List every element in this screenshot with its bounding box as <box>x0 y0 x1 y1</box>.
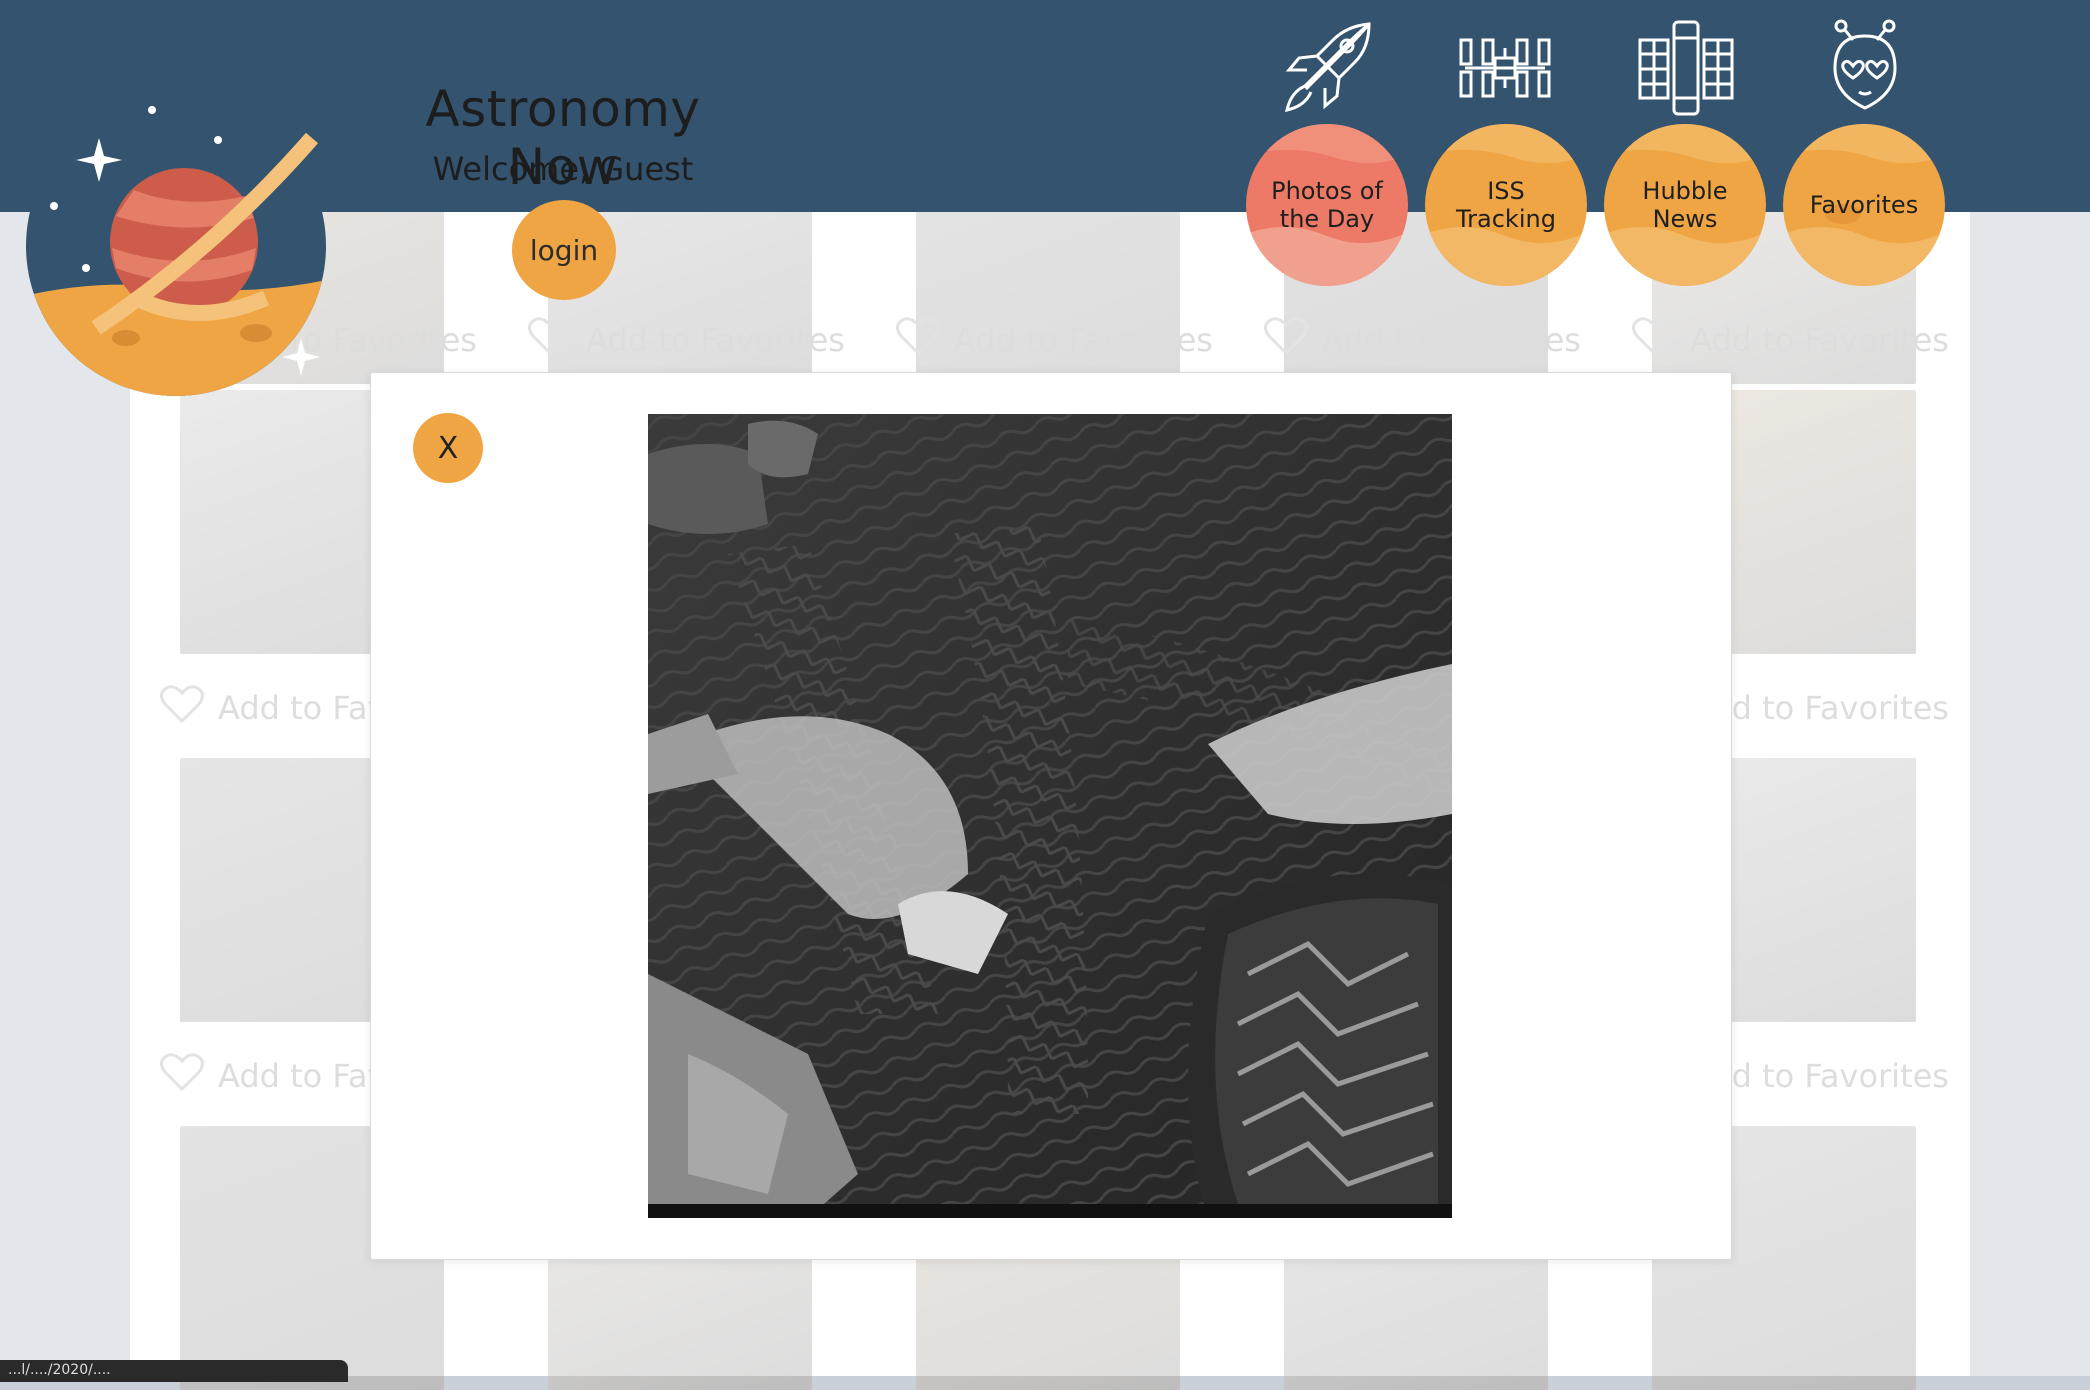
welcome-message: Welcome, Guest <box>432 150 694 188</box>
close-modal-button[interactable]: X <box>413 413 483 483</box>
photo-modal: X <box>370 372 1732 1260</box>
login-button[interactable]: login <box>512 200 616 300</box>
modal-photo <box>648 414 1452 1218</box>
nav-favorites[interactable]: Favorites <box>1783 124 1945 286</box>
browser-status-bar: ...l/..../2020/.... <box>0 1360 348 1382</box>
nav-hubble-label: Hubble News <box>1642 177 1728 233</box>
rocket-icon <box>1285 22 1371 112</box>
hubble-telescope-icon <box>1638 20 1734 116</box>
nav-photos-label: Photos of the Day <box>1271 177 1383 233</box>
nav-iss-label: ISS Tracking <box>1456 177 1556 233</box>
nav-favorites-label: Favorites <box>1809 191 1919 219</box>
nav-iss-tracking[interactable]: ISS Tracking <box>1425 124 1587 286</box>
saturn-logo <box>26 98 326 396</box>
alien-heart-icon <box>1833 19 1897 110</box>
nav-photos-of-the-day[interactable]: Photos of the Day <box>1246 124 1408 286</box>
nav-hubble-news[interactable]: Hubble News <box>1604 124 1766 286</box>
space-station-icon <box>1459 38 1551 98</box>
